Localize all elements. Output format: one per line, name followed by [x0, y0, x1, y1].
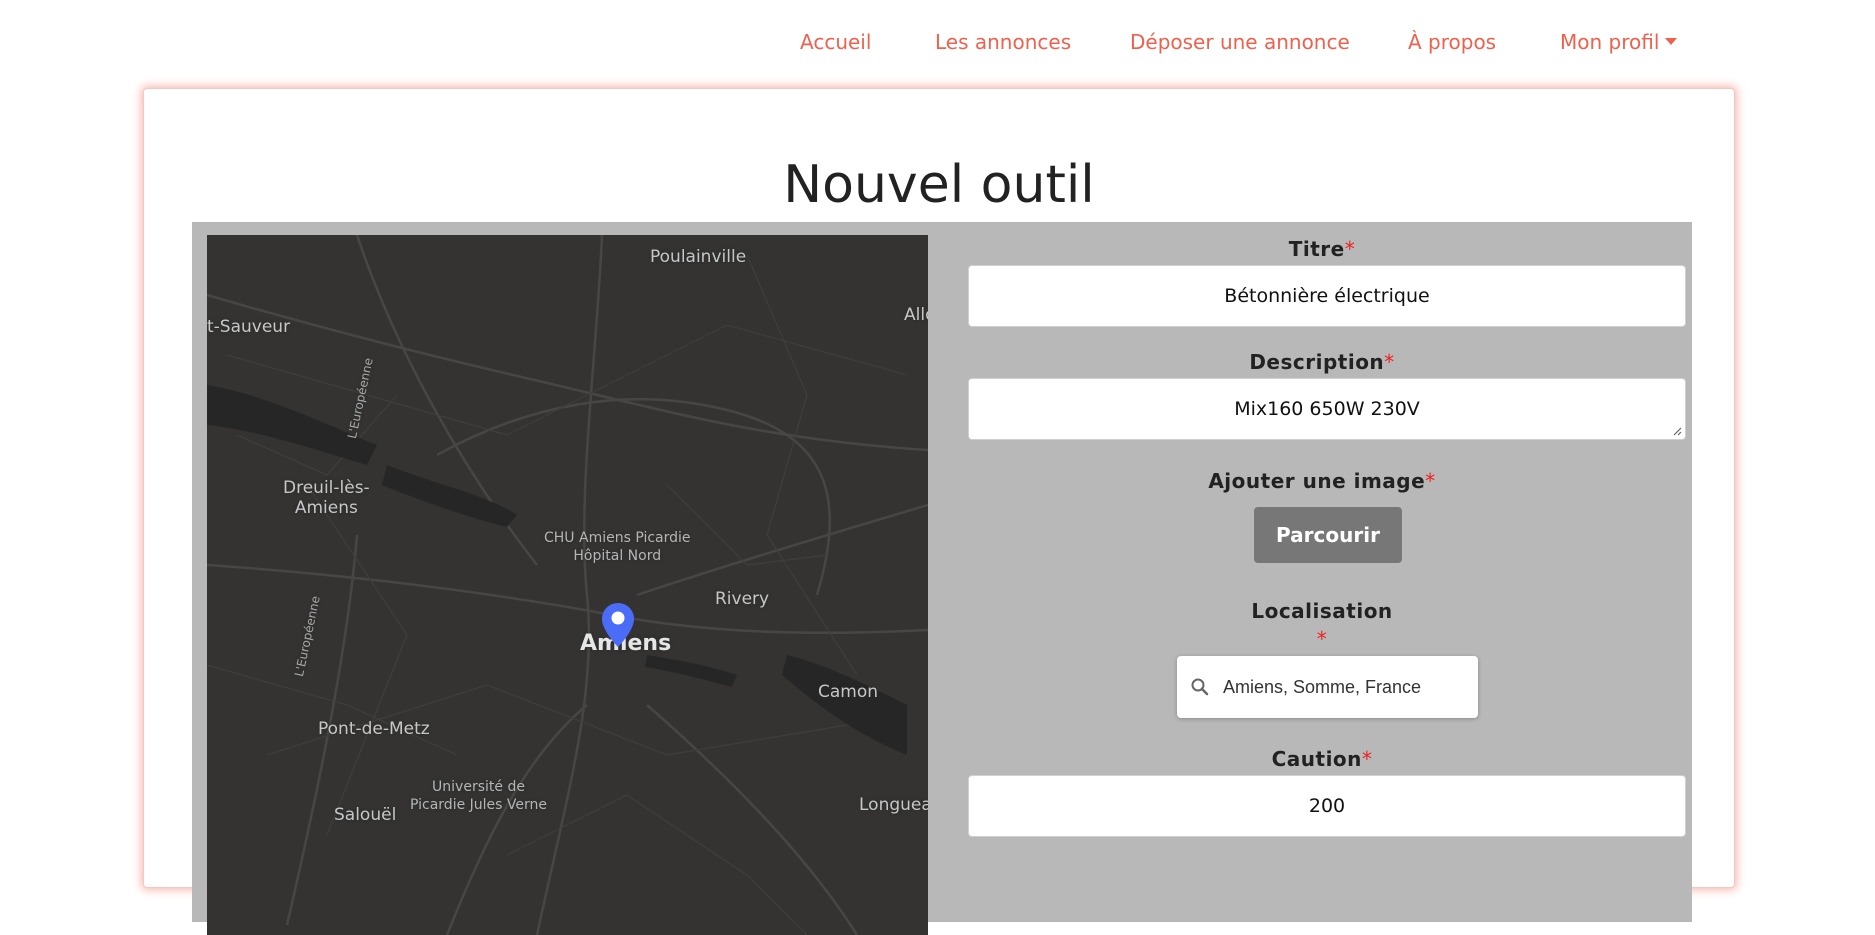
map-label-universite: Université de Picardie Jules Verne	[410, 778, 547, 814]
deposit-label-text: Caution	[1271, 747, 1362, 771]
required-mark: *	[1384, 350, 1395, 374]
form-card: Nouvel outil Poulainville t-Sauveur All …	[143, 88, 1735, 935]
image-label-text: Ajouter une image	[1208, 469, 1426, 493]
location-value: Amiens, Somme, France	[1223, 676, 1422, 697]
resize-handle-icon[interactable]	[1672, 426, 1682, 436]
required-mark: *	[1344, 237, 1356, 261]
top-navbar: Accueil Les annonces Déposer une annonce…	[0, 0, 1875, 88]
map-label-rivery: Rivery	[715, 589, 770, 609]
map-label-salouel: Salouël	[334, 805, 397, 825]
description-value: Mix160 650W 230V	[1234, 398, 1420, 420]
map-roads	[207, 235, 928, 935]
map-label-universite-line1: Université de	[432, 779, 525, 795]
map-label-chu-line1: CHU Amiens Picardie	[544, 530, 691, 546]
map-pin-icon[interactable]	[601, 602, 635, 648]
description-textarea[interactable]: Mix160 650W 230V	[968, 378, 1686, 440]
image-label: Ajouter une image*	[952, 469, 1692, 493]
description-label-text: Description	[1249, 350, 1385, 374]
map-label-camon: Camon	[818, 682, 879, 702]
required-mark: *	[1425, 469, 1436, 493]
nav-accueil[interactable]: Accueil	[800, 30, 871, 54]
map-label-dreuil-line2: Amiens	[294, 498, 358, 518]
required-mark: *	[1361, 747, 1373, 771]
map-label-poulainville: Poulainville	[650, 247, 747, 267]
location-map[interactable]: Poulainville t-Sauveur Allo Dreuil-lès- …	[207, 235, 928, 935]
map-label-pont-de-metz: Pont-de-Metz	[318, 719, 430, 739]
map-label-chu: CHU Amiens Picardie Hôpital Nord	[544, 529, 691, 565]
nav-mon-profil-label: Mon profil	[1560, 30, 1660, 54]
nav-a-propos[interactable]: À propos	[1408, 30, 1496, 54]
location-label: Localisation	[1251, 599, 1393, 623]
map-label-longueau: Longuea	[859, 795, 928, 815]
map-label-dreuil: Dreuil-lès- Amiens	[283, 478, 370, 518]
nav-deposer-annonce[interactable]: Déposer une annonce	[1130, 30, 1350, 54]
form-panel: Poulainville t-Sauveur Allo Dreuil-lès- …	[192, 222, 1692, 935]
browse-button[interactable]: Parcourir	[1254, 507, 1402, 563]
map-label-allonville: Allo	[904, 305, 928, 325]
map-label-chu-line2: Hôpital Nord	[573, 548, 662, 564]
search-icon	[1177, 677, 1223, 697]
required-mark: *	[1316, 627, 1328, 651]
deposit-label: Caution*	[952, 747, 1692, 771]
deposit-input[interactable]: 200	[968, 775, 1686, 837]
caret-down-icon	[1665, 38, 1678, 45]
location-required-row: *	[952, 627, 1692, 651]
nav-les-annonces[interactable]: Les annonces	[935, 30, 1071, 54]
map-label-saint-sauveur: t-Sauveur	[207, 317, 291, 337]
page-title: Nouvel outil	[783, 155, 1095, 215]
title-label: Titre*	[952, 237, 1692, 261]
map-label-universite-line2: Picardie Jules Verne	[410, 797, 547, 813]
location-search-input[interactable]: Amiens, Somme, France	[1177, 656, 1478, 718]
title-input[interactable]: Bétonnière électrique	[968, 265, 1686, 327]
title-label-text: Titre	[1288, 237, 1345, 261]
nav-mon-profil[interactable]: Mon profil	[1560, 30, 1678, 54]
map-label-dreuil-line1: Dreuil-lès-	[283, 478, 370, 498]
description-label: Description*	[952, 350, 1692, 374]
